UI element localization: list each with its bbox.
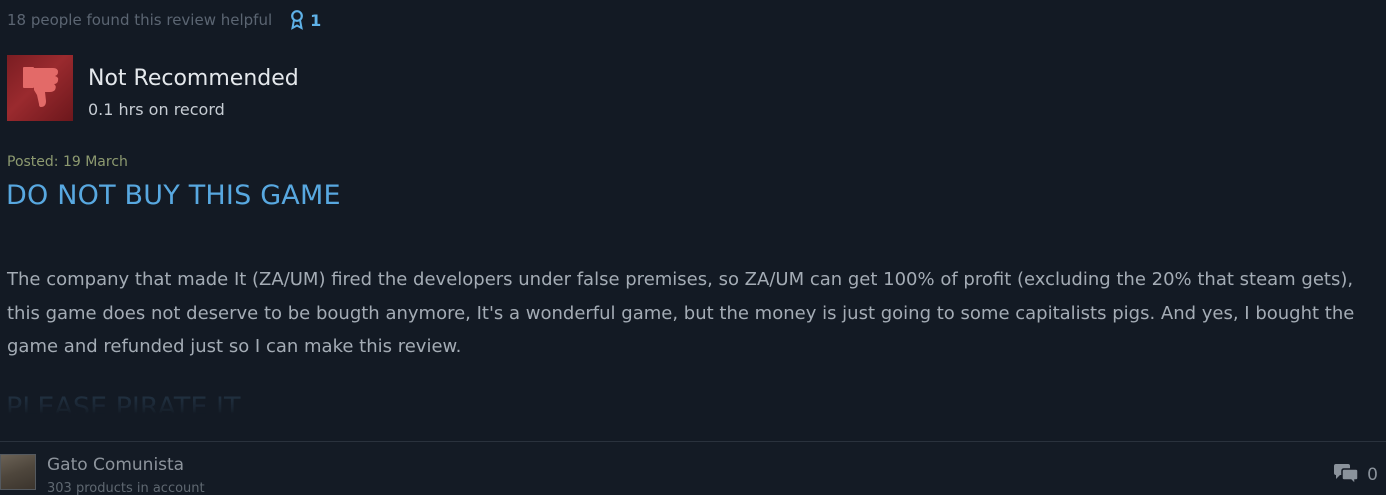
comment-count: 0 (1367, 465, 1378, 485)
comment-bubbles-icon (1334, 464, 1359, 486)
author-name[interactable]: Gato Comunista (47, 455, 184, 475)
review-body: The company that made It (ZA/UM) fired t… (7, 269, 1355, 357)
helpful-row: 18 people found this review helpful 1 (7, 9, 321, 31)
author-products-count: 303 products in account (47, 481, 205, 495)
thumbs-down-icon (23, 67, 59, 107)
avatar[interactable] (0, 454, 36, 490)
comments-button[interactable]: 0 (1333, 464, 1378, 486)
posted-date: Posted: 19 March (7, 154, 128, 170)
thumbs-down-badge[interactable] (7, 55, 73, 121)
author-bar (0, 442, 1386, 495)
award-ribbon-icon (291, 10, 304, 30)
award-count: 1 (310, 10, 322, 30)
review-faded-continuation: PLEASE PIRATE IT (6, 392, 241, 414)
review-headline: DO NOT BUY THIS GAME (6, 180, 341, 211)
review-card: 18 people found this review helpful 1 No… (0, 0, 1386, 495)
hours-on-record: 0.1 hrs on record (88, 100, 225, 119)
helpful-count-text: 18 people found this review helpful (7, 11, 273, 29)
award-badge[interactable]: 1 (290, 10, 321, 30)
recommendation-title[interactable]: Not Recommended (88, 66, 299, 91)
